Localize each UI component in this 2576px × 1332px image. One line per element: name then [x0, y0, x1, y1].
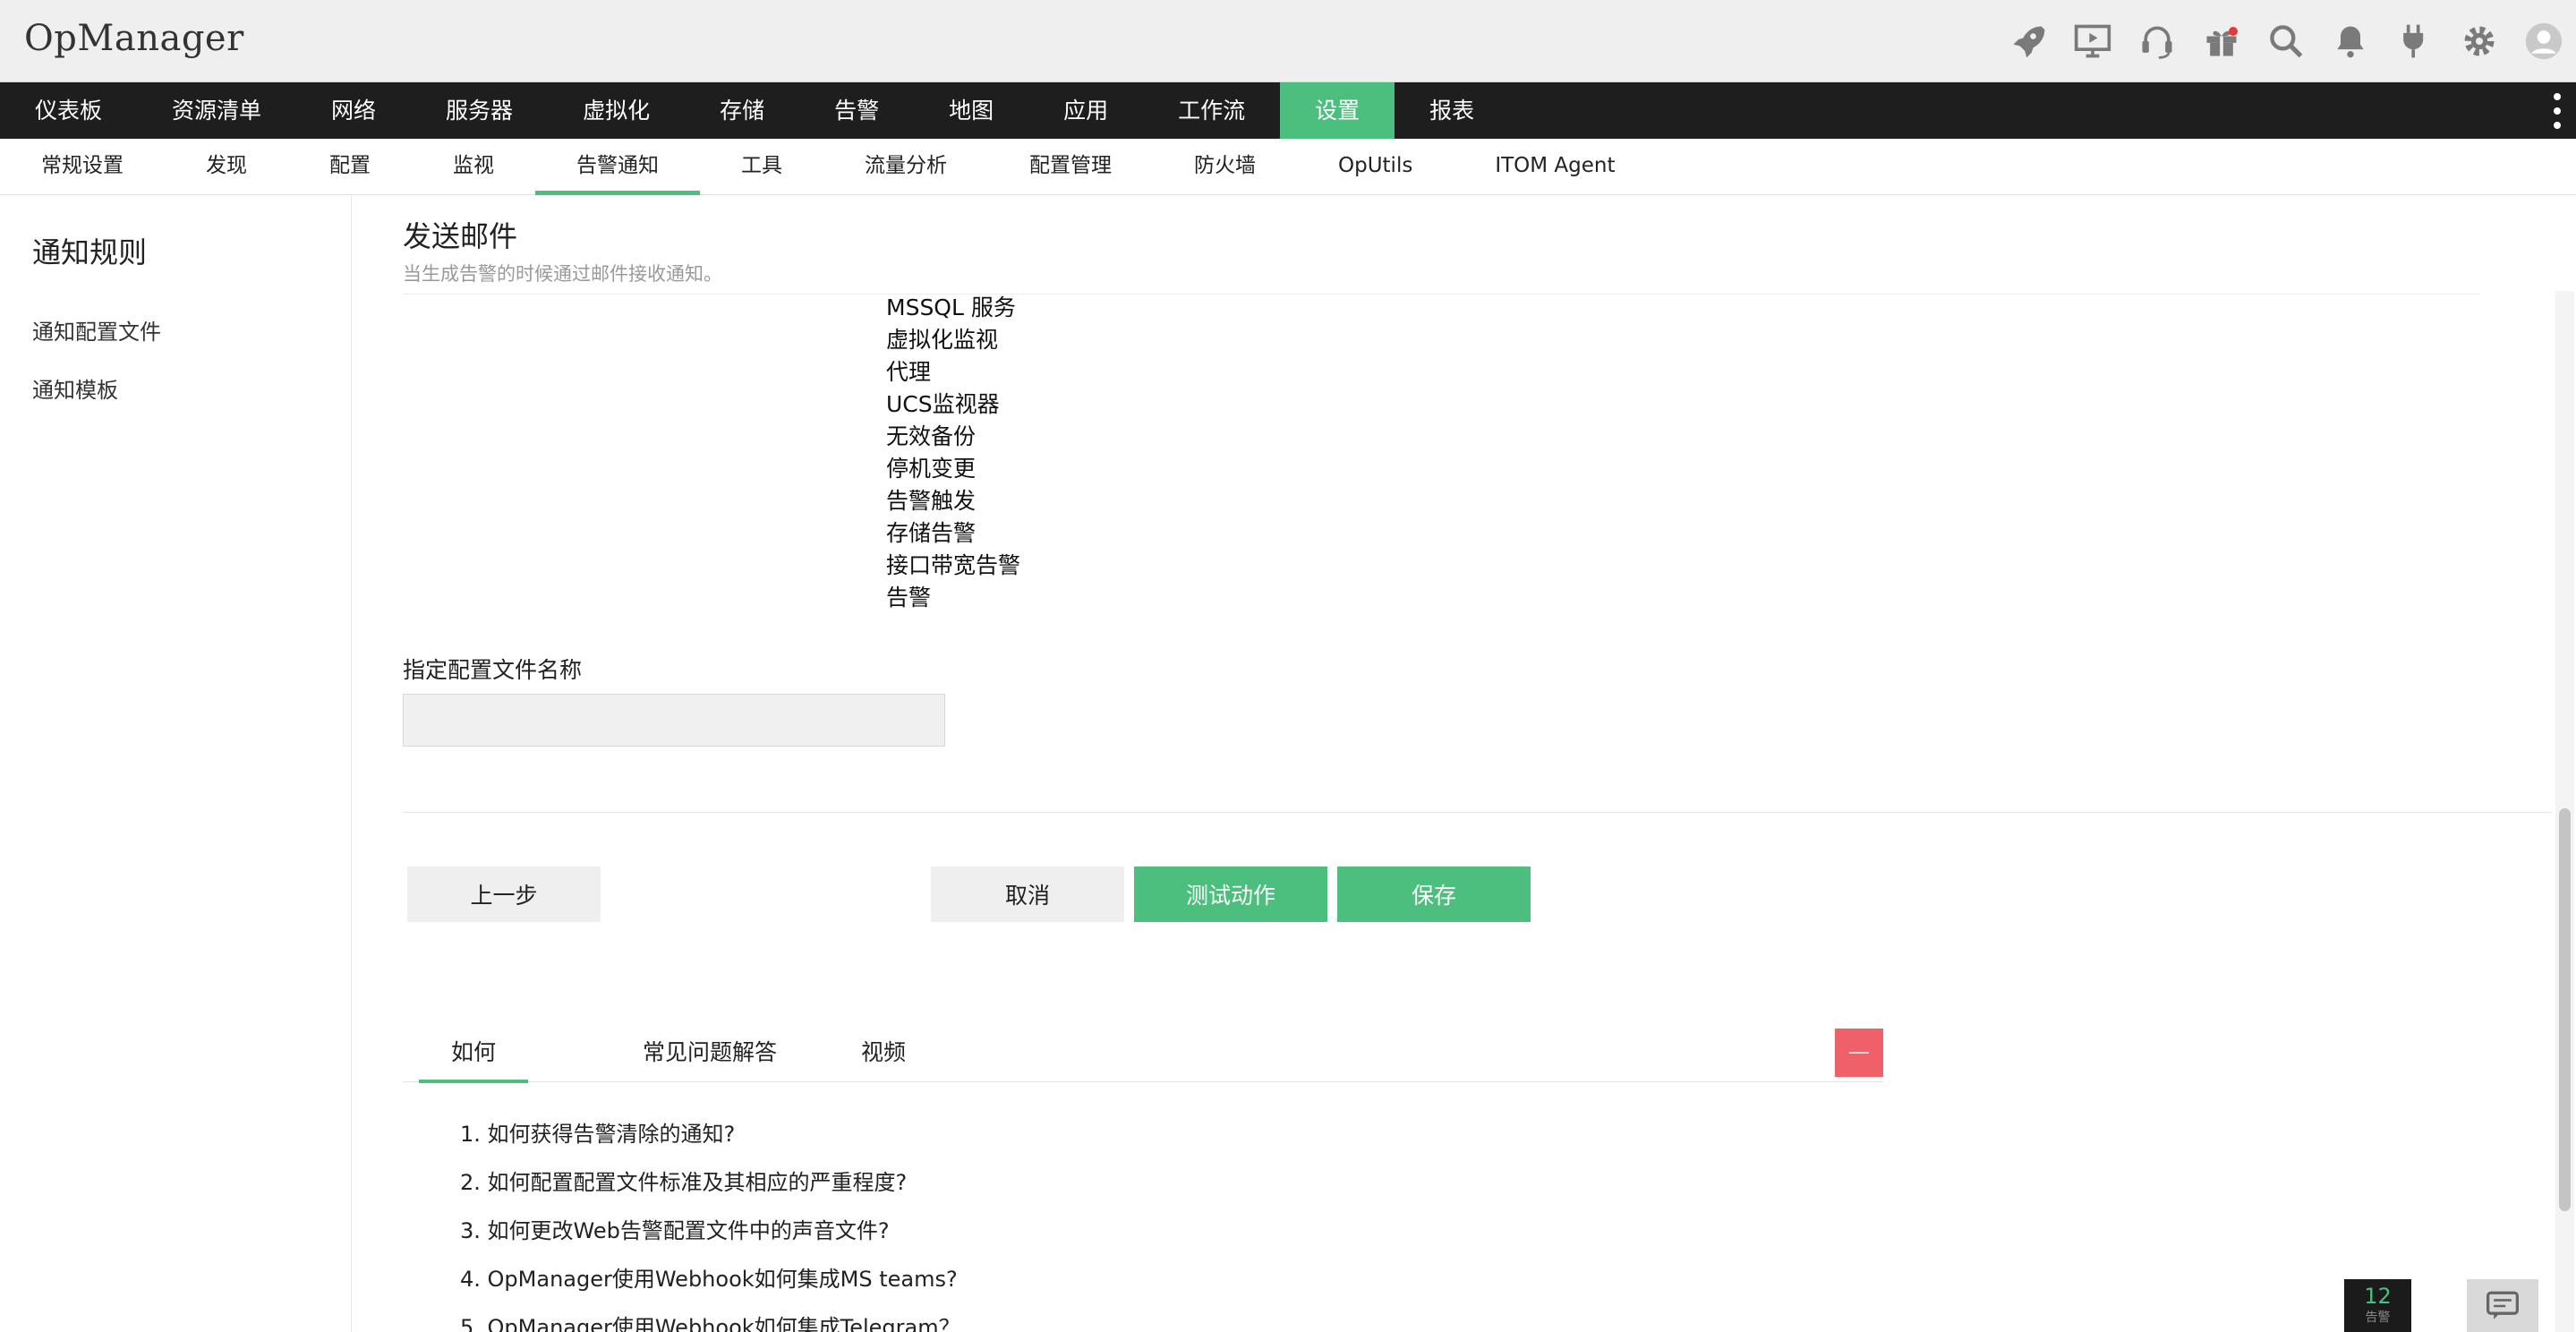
rocket-icon[interactable]	[1996, 0, 2060, 82]
list-item[interactable]: 存储告警	[886, 517, 1020, 550]
scrollbar-thumb[interactable]	[2559, 808, 2571, 1211]
list-item[interactable]: MSSQL 服务	[886, 292, 1020, 324]
collapse-help-button[interactable]	[1835, 1029, 1883, 1077]
subnav-notifications[interactable]: 告警通知	[535, 139, 700, 195]
nav-network[interactable]: 网络	[296, 82, 411, 139]
top-header: OpManager	[0, 0, 2576, 82]
plug-icon[interactable]	[2383, 0, 2447, 82]
tab-faq[interactable]: 常见问题解答	[610, 1027, 809, 1082]
test-action-button[interactable]: 测试动作	[1134, 867, 1327, 922]
presentation-icon[interactable]	[2060, 0, 2125, 82]
sidebar-item-notification-profiles[interactable]: 通知配置文件	[32, 314, 161, 346]
alarm-count: 12	[2364, 1284, 2392, 1309]
page-title: 发送邮件	[403, 219, 518, 253]
subnav-tools[interactable]: 工具	[700, 139, 823, 195]
tab-how-to[interactable]: 如何	[419, 1027, 529, 1083]
sub-nav: 常规设置 发现 配置 监视 告警通知 工具 流量分析 配置管理 防火墙 OpUt…	[0, 139, 2576, 195]
chat-button[interactable]	[2467, 1279, 2538, 1332]
header-toolbar	[1996, 0, 2576, 82]
profile-name-input[interactable]	[403, 694, 945, 747]
help-question-link[interactable]: 5. OpManager使用Webhook如何集成Telegram？	[460, 1303, 960, 1332]
gear-icon[interactable]	[2447, 0, 2512, 82]
tab-videos[interactable]: 视频	[829, 1027, 938, 1082]
bell-icon[interactable]	[2318, 0, 2383, 82]
list-item[interactable]: 代理	[886, 356, 1020, 388]
more-menu-icon[interactable]	[2551, 93, 2563, 129]
nav-settings[interactable]: 设置	[1280, 82, 1395, 139]
list-item[interactable]: UCS监视器	[886, 388, 1020, 421]
nav-virtualization[interactable]: 虚拟化	[548, 82, 685, 139]
nav-dashboard[interactable]: 仪表板	[0, 82, 137, 139]
alarm-label: 告警	[2365, 1311, 2391, 1325]
back-button[interactable]: 上一步	[407, 867, 601, 922]
nav-storage[interactable]: 存储	[685, 82, 799, 139]
page-subtitle: 当生成告警的时候通过邮件接收通知。	[403, 263, 722, 285]
header-divider	[403, 294, 2479, 295]
help-question-link[interactable]: 2. 如何配置配置文件标准及其相应的严重程度?	[460, 1158, 960, 1207]
subnav-monitoring[interactable]: 监视	[412, 139, 535, 195]
save-button[interactable]: 保存	[1337, 867, 1531, 922]
help-question-link[interactable]: 3. 如何更改Web告警配置文件中的声音文件?	[460, 1207, 960, 1255]
nav-maps[interactable]: 地图	[914, 82, 1028, 139]
alarm-count-widget[interactable]: 12 告警	[2344, 1279, 2411, 1332]
notification-dot	[2229, 27, 2238, 36]
headset-icon[interactable]	[2125, 0, 2189, 82]
help-question-list: 1. 如何获得告警清除的通知? 2. 如何配置配置文件标准及其相应的严重程度? …	[460, 1110, 960, 1332]
nav-inventory[interactable]: 资源清单	[137, 82, 296, 139]
section-divider	[403, 812, 2551, 813]
nav-alarms[interactable]: 告警	[799, 82, 914, 139]
page-scrollbar[interactable]	[2555, 291, 2574, 1332]
main-nav: 仪表板 资源清单 网络 服务器 虚拟化 存储 告警 地图 应用 工作流 设置 报…	[0, 82, 2576, 139]
chat-icon	[2486, 1291, 2519, 1319]
nav-reports[interactable]: 报表	[1395, 82, 1509, 139]
profile-name-label: 指定配置文件名称	[403, 657, 583, 683]
list-item[interactable]: 无效备份	[886, 421, 1020, 453]
subnav-flow-analysis[interactable]: 流量分析	[823, 139, 988, 195]
list-item[interactable]: 停机变更	[886, 453, 1020, 485]
list-item[interactable]: 告警	[886, 582, 1020, 614]
user-avatar-icon[interactable]	[2512, 0, 2576, 82]
app-logo[interactable]: OpManager	[24, 18, 244, 59]
category-list[interactable]: MSSQL 服务 虚拟化监视 代理 UCS监视器 无效备份 停机变更 告警触发 …	[886, 292, 1020, 614]
subnav-config-management[interactable]: 配置管理	[988, 139, 1153, 195]
sidebar-title: 通知规则	[32, 235, 148, 269]
search-icon[interactable]	[2254, 0, 2318, 82]
gift-icon[interactable]	[2189, 0, 2254, 82]
sidebar-item-notification-templates[interactable]: 通知模板	[32, 372, 118, 404]
subnav-discovery[interactable]: 发现	[165, 139, 288, 195]
subnav-itom-agent[interactable]: ITOM Agent	[1454, 139, 1656, 195]
help-question-link[interactable]: 1. 如何获得告警清除的通知?	[460, 1110, 960, 1158]
subnav-firewall[interactable]: 防火墙	[1153, 139, 1297, 195]
main-content: 发送邮件 当生成告警的时候通过邮件接收通知。 MSSQL 服务 虚拟化监视 代理…	[353, 196, 2576, 1332]
minus-icon	[1849, 1052, 1869, 1054]
nav-apps[interactable]: 应用	[1028, 82, 1143, 139]
list-item[interactable]: 虚拟化监视	[886, 324, 1020, 356]
nav-servers[interactable]: 服务器	[411, 82, 548, 139]
cancel-button[interactable]: 取消	[931, 867, 1124, 922]
list-item[interactable]: 告警触发	[886, 485, 1020, 517]
subnav-oputils[interactable]: OpUtils	[1297, 139, 1454, 195]
help-tabs: 如何 常见问题解答 视频	[403, 1027, 1883, 1083]
subnav-configuration[interactable]: 配置	[288, 139, 412, 195]
subnav-general-settings[interactable]: 常规设置	[0, 139, 165, 195]
sidebar: 通知规则 通知配置文件 通知模板	[0, 196, 352, 1332]
nav-workflow[interactable]: 工作流	[1143, 82, 1280, 139]
help-question-link[interactable]: 4. OpManager使用Webhook如何集成MS teams?	[460, 1255, 960, 1303]
list-item[interactable]: 接口带宽告警	[886, 550, 1020, 582]
